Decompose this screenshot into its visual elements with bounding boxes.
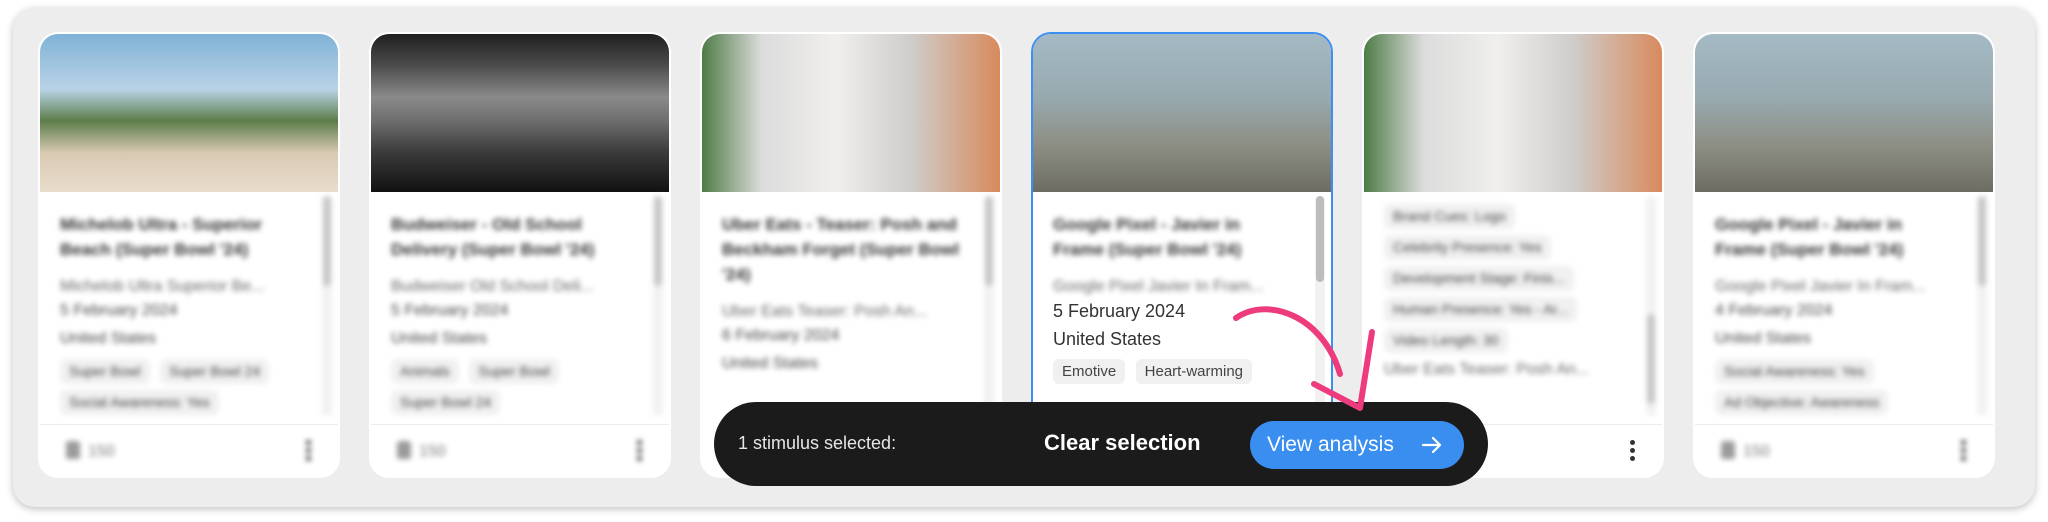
tag: Emotive: [1053, 359, 1126, 384]
tag: Super Bowl: [469, 359, 559, 384]
like-button[interactable]: 150: [66, 441, 115, 461]
view-analysis-button[interactable]: View analysis: [1250, 421, 1464, 469]
card-scrollbar[interactable]: [1315, 196, 1325, 416]
card-thumbnail[interactable]: [371, 34, 669, 192]
tag: Video Length: 30: [1384, 328, 1508, 353]
card-subtitle: Uber Eats Teaser: Posh An...: [722, 303, 928, 320]
card-scrollbar[interactable]: [1977, 196, 1987, 416]
tag: Super Bowl: [60, 359, 150, 384]
like-count: 150: [419, 443, 446, 460]
like-button[interactable]: 150: [1721, 441, 1770, 461]
card-country: United States: [60, 330, 157, 347]
tag-list: Emotive Heart-warming: [1053, 359, 1291, 390]
card-date: 6 February 2024: [722, 327, 840, 344]
more-options-icon[interactable]: [1630, 440, 1636, 462]
like-count: 150: [1743, 443, 1770, 460]
selection-count-text: 1 stimulus selected:: [738, 433, 897, 453]
card-date: 5 February 2024: [60, 302, 178, 319]
more-options-icon[interactable]: [637, 440, 643, 462]
card-title: Uber Eats - Teaser: Posh and Beckham For…: [722, 215, 960, 284]
tag: Super Bowl 24: [391, 390, 501, 415]
card-scrollbar[interactable]: [653, 196, 663, 416]
card-country: United States: [1715, 330, 1812, 347]
like-count: 150: [88, 443, 115, 460]
clear-selection-button[interactable]: Clear selection: [1044, 430, 1201, 456]
more-options-icon[interactable]: [1961, 440, 1967, 462]
card-subtitle: Uber Eats Teaser: Posh An...: [1384, 361, 1590, 378]
thumbs-up-icon: [66, 441, 80, 459]
card-thumbnail[interactable]: [1695, 34, 1993, 192]
card-scrollbar[interactable]: [1646, 196, 1656, 416]
card-scrollbar[interactable]: [984, 196, 994, 416]
tag-list: Super Bowl Super Bowl 24 Social Awarenes…: [60, 359, 298, 421]
card-title: Google Pixel - Javier in Frame (Super Bo…: [1053, 215, 1242, 259]
tag: Ad Objective: Awareness: [1715, 390, 1889, 415]
tag: Heart-warming: [1135, 359, 1252, 384]
tag: Human Presence: Yes - Ar...: [1384, 297, 1578, 322]
like-button[interactable]: 150: [397, 441, 446, 461]
tag: Brand Cues: Logo: [1384, 204, 1515, 229]
tag: Celebrity Presence: Yes: [1384, 235, 1551, 260]
arrow-right-icon: [1421, 436, 1442, 454]
tag-list: Social Awareness: Yes Ad Objective: Awar…: [1715, 359, 1953, 421]
thumbs-up-icon: [1721, 441, 1735, 459]
card-date: 5 February 2024: [1053, 301, 1186, 321]
selection-action-bar: 1 stimulus selected: Clear selection Vie…: [714, 402, 1488, 486]
card-thumbnail[interactable]: [1364, 34, 1662, 192]
card-scrollbar[interactable]: [322, 196, 332, 416]
card-thumbnail[interactable]: [1033, 34, 1331, 192]
tag: Animals: [391, 359, 459, 384]
card-thumbnail[interactable]: [40, 34, 338, 192]
card-subtitle: Google Pixel Javier In Fram...: [1715, 278, 1926, 295]
stimulus-card[interactable]: Michelob Ultra - Superior Beach (Super B…: [38, 32, 340, 478]
tag: Social Awareness: Yes: [1715, 359, 1874, 384]
card-title: Michelob Ultra - Superior Beach (Super B…: [60, 215, 263, 259]
view-analysis-label: View analysis: [1267, 433, 1394, 456]
card-date: 4 February 2024: [1715, 302, 1833, 319]
card-title: Google Pixel - Javier in Frame (Super Bo…: [1715, 215, 1904, 259]
stimulus-card[interactable]: Google Pixel - Javier in Frame (Super Bo…: [1693, 32, 1995, 478]
tag: Development Stage: Finis...: [1384, 266, 1574, 291]
thumbs-up-icon: [397, 441, 411, 459]
card-subtitle: Google Pixel Javier In Fram...: [1053, 278, 1264, 295]
stimulus-card[interactable]: Budweiser - Old School Delivery (Super B…: [369, 32, 671, 478]
card-subtitle: Budweiser Old School Deli...: [391, 278, 594, 295]
card-thumbnail[interactable]: [702, 34, 1000, 192]
card-country: United States: [1053, 329, 1162, 349]
tag-list: Animals Super Bowl Super Bowl 24: [391, 359, 629, 421]
tag-list: Brand Cues: Logo Celebrity Presence: Yes…: [1384, 204, 1622, 380]
tag: Super Bowl 24: [160, 359, 270, 384]
card-date: 5 February 2024: [391, 302, 509, 319]
card-subtitle: Michelob Ultra Superior Be...: [60, 278, 265, 295]
card-country: United States: [722, 355, 819, 372]
more-options-icon[interactable]: [306, 440, 312, 462]
card-country: United States: [391, 330, 488, 347]
card-title: Budweiser - Old School Delivery (Super B…: [391, 215, 595, 259]
tag: Social Awareness: Yes: [60, 390, 219, 415]
